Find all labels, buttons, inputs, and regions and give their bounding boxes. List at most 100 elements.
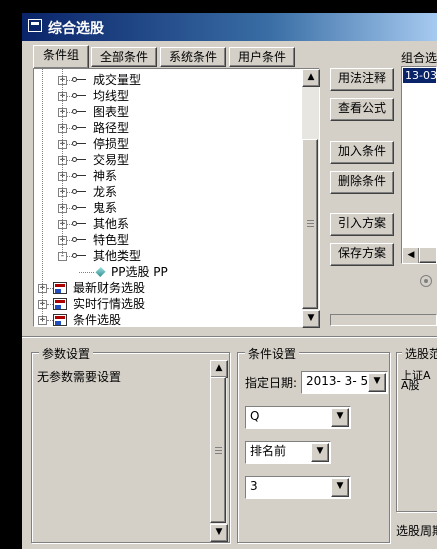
- scroll-up-icon[interactable]: ▲: [210, 360, 228, 378]
- tree-item-label: 神系: [93, 169, 118, 183]
- tree-item-label: 交易型: [93, 153, 130, 167]
- tree-item[interactable]: + 图表型: [34, 104, 300, 120]
- add-condition-button[interactable]: 加入条件: [330, 141, 394, 164]
- tab-system-conditions[interactable]: 系统条件: [160, 47, 226, 67]
- save-plan-button[interactable]: 保存方案: [330, 243, 394, 266]
- tree-item-label: 最新财务选股: [73, 281, 146, 295]
- chevron-down-icon[interactable]: ▼: [331, 408, 349, 427]
- key-icon: [72, 124, 86, 132]
- tree-item[interactable]: + 均线型: [34, 88, 300, 104]
- view-formula-button[interactable]: 查看公式: [330, 98, 394, 121]
- cycle-label: 选股周期: [396, 524, 437, 538]
- tree-item-label: 均线型: [93, 89, 130, 103]
- tree-item[interactable]: + 神系: [34, 168, 300, 184]
- param-settings-title: 参数设置: [39, 345, 94, 362]
- formula-icon: [95, 266, 106, 278]
- separator: [22, 336, 437, 338]
- key-icon: [72, 76, 86, 84]
- hscroll-thumb[interactable]: [419, 247, 436, 263]
- date-picker[interactable]: 2013- 3- 5 ▼: [301, 371, 388, 394]
- field-select-1-value: Q: [250, 409, 260, 423]
- chevron-down-icon[interactable]: ▼: [311, 443, 329, 462]
- tree-item[interactable]: + 成交量型: [34, 72, 300, 88]
- combo-list-item[interactable]: 13-03: [403, 68, 436, 83]
- combo-hscrollbar[interactable]: ◀: [402, 247, 436, 263]
- tree-item[interactable]: + 特色型: [34, 232, 300, 248]
- key-icon: [72, 92, 86, 100]
- tree-item-label: 特色型: [93, 233, 130, 247]
- tree-connector: [79, 272, 94, 273]
- delete-condition-button[interactable]: 删除条件: [330, 171, 394, 194]
- tab-condition-group[interactable]: 条件组: [33, 45, 89, 68]
- progress-bar: [330, 314, 437, 326]
- tree-scrollbar[interactable]: ▲ ▼: [302, 69, 320, 328]
- key-icon: [72, 220, 86, 228]
- key-icon: [72, 140, 86, 148]
- window-title: 综合选股: [48, 21, 104, 37]
- combo-list[interactable]: 13-03 ◀: [401, 66, 437, 264]
- tree-item-label: 实时行情选股: [73, 297, 146, 311]
- key-icon: [72, 236, 86, 244]
- key-icon: [72, 156, 86, 164]
- tree-item[interactable]: + 停损型: [34, 136, 300, 152]
- chevron-down-icon[interactable]: ▼: [368, 373, 386, 392]
- tree-item-label: 鬼系: [93, 201, 118, 215]
- tree-item[interactable]: PP选股 PP: [34, 264, 300, 280]
- date-label: 指定日期:: [245, 376, 298, 390]
- chevron-down-icon[interactable]: ▼: [331, 478, 349, 497]
- tree-item-label: 路径型: [93, 121, 130, 135]
- folder-icon: [53, 298, 67, 310]
- range-line-2: A股: [401, 380, 420, 392]
- key-icon: [72, 172, 86, 180]
- key-icon: [72, 204, 86, 212]
- scroll-up-icon[interactable]: ▲: [302, 69, 320, 87]
- import-plan-button[interactable]: 引入方案: [330, 213, 394, 236]
- param-settings-text: 无参数需要设置: [37, 370, 122, 384]
- condition-settings-title: 条件设置: [245, 345, 300, 362]
- combo-label: 组合选: [401, 51, 437, 63]
- count-select-value: 3: [250, 479, 258, 493]
- tree-item-label: 其他系: [93, 217, 130, 231]
- rank-select-value: 排名前: [250, 444, 287, 458]
- tree-item[interactable]: + 其他系: [34, 216, 300, 232]
- folder-icon: [53, 314, 67, 326]
- scroll-down-icon[interactable]: ▼: [302, 310, 320, 328]
- condition-tree[interactable]: + 成交量型 + 均线型 + 图表型 + 路径型 + 停损型 + 交易型 + 神系 + 龙系 + 鬼系 + 其他系 + 特…: [33, 68, 320, 328]
- window-title-bar[interactable]: 综合选股: [22, 13, 437, 41]
- scroll-thumb[interactable]: [302, 139, 318, 309]
- folder-icon: [53, 282, 67, 294]
- radio-button[interactable]: [420, 275, 432, 287]
- tree-connector: [62, 69, 63, 256]
- tree-item-label: 其他类型: [93, 249, 142, 263]
- tree-item-label: PP选股 PP: [111, 265, 168, 279]
- tree-item[interactable]: + 路径型: [34, 120, 300, 136]
- count-select[interactable]: 3 ▼: [245, 476, 351, 499]
- tree-item-label: 停损型: [93, 137, 130, 151]
- key-icon: [72, 188, 86, 196]
- tree-item[interactable]: + 条件选股: [34, 312, 300, 328]
- scroll-left-icon[interactable]: ◀: [402, 247, 420, 263]
- tree-item[interactable]: + 交易型: [34, 152, 300, 168]
- rank-select[interactable]: 排名前 ▼: [245, 441, 331, 464]
- tree-item[interactable]: + 龙系: [34, 184, 300, 200]
- tree-item-label: 条件选股: [73, 313, 122, 327]
- scroll-down-icon[interactable]: ▼: [210, 524, 228, 542]
- field-select-1[interactable]: Q ▼: [245, 406, 351, 429]
- tree-item[interactable]: + 最新财务选股: [34, 280, 300, 296]
- key-icon: [72, 252, 86, 260]
- date-value: 2013- 3- 5: [306, 374, 369, 388]
- tree-item[interactable]: + 实时行情选股: [34, 296, 300, 312]
- key-icon: [72, 108, 86, 116]
- tab-user-conditions[interactable]: 用户条件: [229, 47, 295, 67]
- app-icon: [28, 19, 42, 32]
- tree-item[interactable]: - 其他类型: [34, 248, 300, 264]
- tree-item-label: 图表型: [93, 105, 130, 119]
- range-title: 选股范: [402, 345, 437, 362]
- scroll-thumb[interactable]: [210, 377, 226, 523]
- tab-all-conditions[interactable]: 全部条件: [91, 47, 157, 67]
- tree-item-label: 龙系: [93, 185, 118, 199]
- param-scrollbar[interactable]: ▲ ▼: [210, 360, 228, 542]
- tree-item[interactable]: + 鬼系: [34, 200, 300, 216]
- usage-notes-button[interactable]: 用法注释: [330, 68, 394, 91]
- tree-connector: [42, 69, 43, 320]
